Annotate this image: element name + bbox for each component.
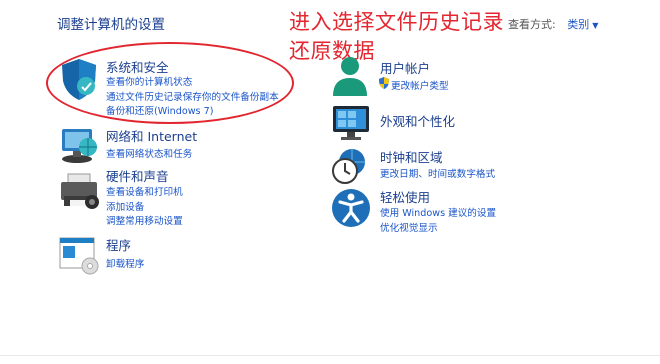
programs-icon[interactable] xyxy=(58,236,102,276)
hardware-link-1[interactable]: 查看设备和打印机 xyxy=(106,184,183,198)
clock-icon[interactable] xyxy=(330,146,370,186)
system-security-link-3[interactable]: 备份和还原(Windows 7) xyxy=(106,103,213,117)
clock-title[interactable]: 时钟和区域 xyxy=(380,147,443,166)
view-by-value: 类别 xyxy=(567,18,590,31)
uac-shield-icon xyxy=(379,77,389,89)
appearance-title[interactable]: 外观和个性化 xyxy=(380,111,455,130)
shield-icon[interactable] xyxy=(58,56,100,102)
hardware-link-2[interactable]: 添加设备 xyxy=(106,199,144,213)
user-icon[interactable] xyxy=(330,56,370,98)
network-title[interactable]: 网络和 Internet xyxy=(106,126,197,145)
ease-title[interactable]: 轻松使用 xyxy=(380,187,430,206)
network-icon[interactable] xyxy=(58,125,100,165)
page-title: 调整计算机的设置 xyxy=(57,17,165,33)
accounts-link-1[interactable]: 更改帐户类型 xyxy=(391,78,449,92)
view-by: 查看方式: 类别 ▼ xyxy=(508,16,598,32)
accessibility-icon[interactable] xyxy=(330,187,372,229)
monitor-icon[interactable] xyxy=(330,104,374,142)
system-security-link-1[interactable]: 查看你的计算机状态 xyxy=(106,74,192,88)
printer-icon[interactable] xyxy=(58,172,102,212)
system-security-link-2[interactable]: 通过文件历史记录保存你的文件备份副本 xyxy=(106,89,279,103)
clock-link-1[interactable]: 更改日期、时间或数字格式 xyxy=(380,166,495,180)
annotation-line-1: 进入选择文件历史记录 xyxy=(289,10,504,34)
view-by-label: 查看方式: xyxy=(508,18,556,31)
network-link-1[interactable]: 查看网络状态和任务 xyxy=(106,146,192,160)
bottom-divider xyxy=(0,355,660,356)
hardware-title[interactable]: 硬件和声音 xyxy=(106,166,169,185)
view-by-dropdown[interactable]: 类别 ▼ xyxy=(567,18,598,31)
accounts-title[interactable]: 用户帐户 xyxy=(380,58,430,77)
ease-link-1[interactable]: 使用 Windows 建议的设置 xyxy=(380,205,496,219)
programs-title[interactable]: 程序 xyxy=(106,235,131,254)
ease-link-2[interactable]: 优化视觉显示 xyxy=(380,220,438,234)
chevron-down-icon: ▼ xyxy=(592,21,599,30)
programs-link-1[interactable]: 卸载程序 xyxy=(106,256,144,270)
hardware-link-3[interactable]: 调整常用移动设置 xyxy=(106,213,183,227)
